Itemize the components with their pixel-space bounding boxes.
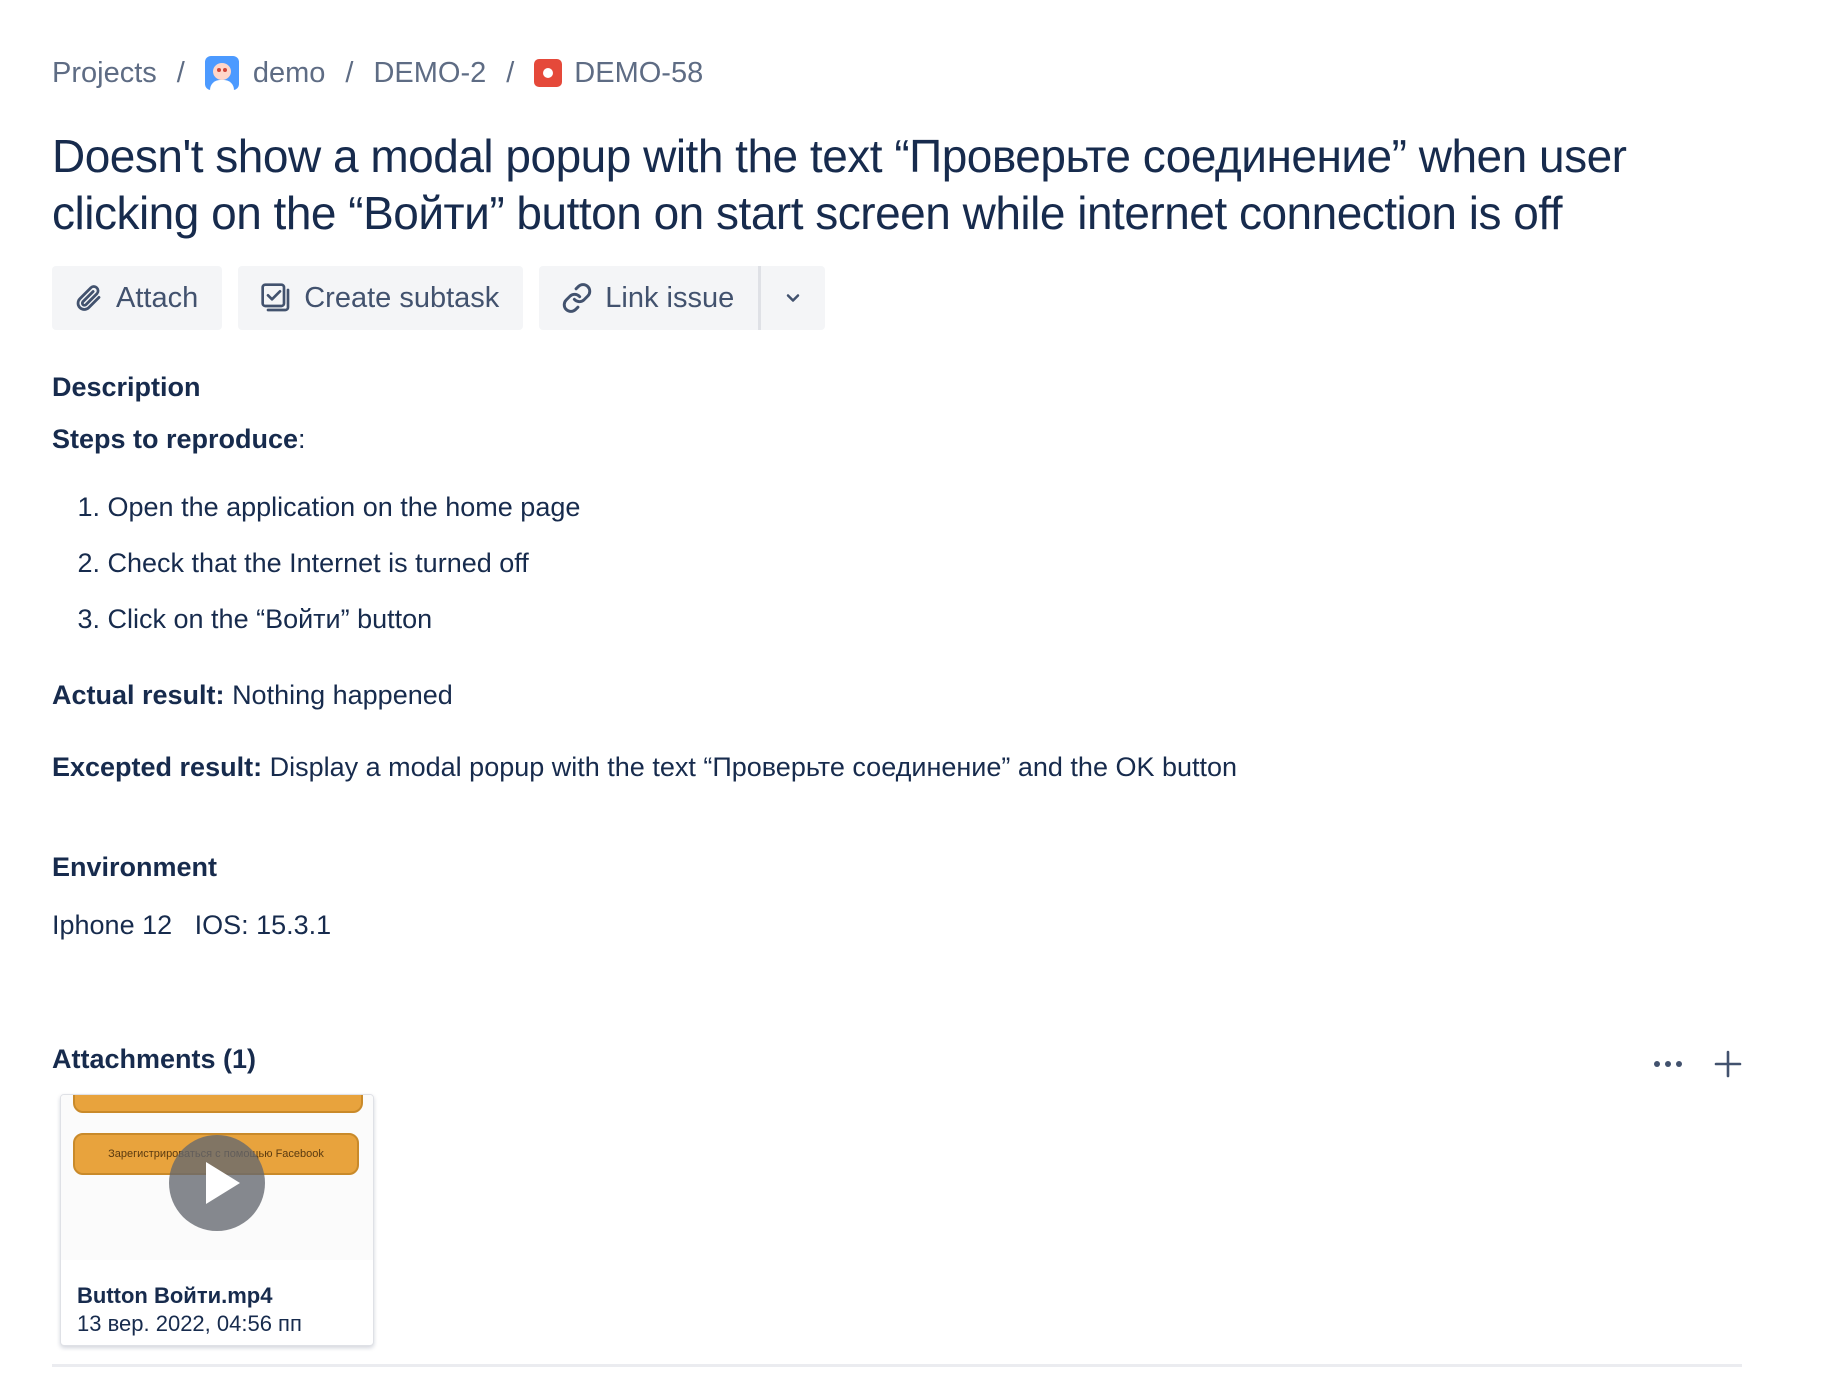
thumbnail-button-shape: [73, 1095, 363, 1113]
link-issue-button[interactable]: Link issue: [539, 266, 759, 330]
breadcrumb-issue[interactable]: DEMO-58: [534, 57, 703, 90]
breadcrumb: Projects / demo / DEMO-2 / DEMO-58: [52, 56, 703, 90]
breadcrumb-projects-label: Projects: [52, 56, 157, 89]
step-text: Click on the “Войти” button: [107, 604, 433, 634]
create-subtask-button[interactable]: Create subtask: [238, 266, 524, 330]
project-avatar-icon: [204, 56, 239, 90]
attachments-heading: Attachments (1): [52, 1044, 257, 1074]
attachment-date: 13 вер. 2022, 04:56 пп: [77, 1311, 302, 1336]
expected-result-text: Display a modal popup with the text “Про…: [269, 752, 1238, 782]
actual-result-text: Nothing happened: [232, 680, 453, 710]
issue-title[interactable]: Doesn't show a modal popup with the text…: [52, 128, 1752, 242]
actual-result-label: Actual result:: [52, 680, 225, 710]
step-text: Check that the Internet is turned off: [107, 548, 529, 578]
environment-value[interactable]: Iphone 12 IOS: 15.3.1: [52, 910, 331, 941]
expected-result-label: Excepted result:: [52, 752, 263, 782]
attachments-more-button[interactable]: [1644, 1040, 1692, 1088]
expected-result[interactable]: Excepted result: Display a modal popup w…: [52, 752, 1237, 783]
steps-heading-label: Steps to reproduce: [52, 424, 299, 454]
breadcrumb-separator: /: [345, 56, 354, 89]
breadcrumb-issue-label: DEMO-58: [574, 56, 704, 89]
breadcrumb-separator: /: [506, 56, 515, 89]
breadcrumb-parent-label: DEMO-2: [373, 56, 487, 89]
link-issue-group: Link issue: [539, 266, 826, 330]
attachment-thumbnail: Зарегистрироваться с помощью Facebook: [61, 1095, 373, 1260]
steps-list[interactable]: 1. Open the application on the home page…: [52, 490, 580, 658]
step-number: 2.: [77, 548, 100, 578]
breadcrumb-projects[interactable]: Projects: [52, 57, 157, 90]
step-text: Open the application on the home page: [107, 492, 581, 522]
attachment-file-name: Button Войти.mp4: [77, 1283, 273, 1308]
add-attachment-button[interactable]: [1704, 1040, 1752, 1088]
step-number: 3.: [77, 604, 100, 634]
attach-button[interactable]: Attach: [52, 266, 223, 330]
bug-icon: [534, 59, 563, 87]
step-number: 1.: [77, 492, 100, 522]
create-subtask-button-label: Create subtask: [304, 281, 500, 314]
section-divider: [52, 1364, 1742, 1367]
paperclip-icon: [76, 285, 101, 311]
step-item: 3. Click on the “Войти” button: [52, 602, 580, 658]
step-item: 1. Open the application on the home page: [52, 490, 580, 546]
chevron-down-icon: [786, 294, 800, 302]
link-issue-button-label: Link issue: [605, 281, 735, 314]
environment-heading: Environment: [52, 852, 218, 882]
steps-heading-colon: :: [298, 424, 306, 454]
issue-toolbar: Attach Create subtask Link issue: [52, 266, 826, 330]
plus-icon: [1714, 1050, 1742, 1078]
actual-result[interactable]: Actual result: Nothing happened: [52, 680, 453, 711]
step-item: 2. Check that the Internet is turned off: [52, 546, 580, 602]
breadcrumb-project-label: demo: [252, 56, 326, 89]
breadcrumb-separator: /: [176, 56, 185, 89]
description-heading: Description: [52, 372, 201, 402]
breadcrumb-project[interactable]: demo: [204, 56, 326, 90]
play-icon[interactable]: [169, 1135, 265, 1231]
subtask-icon: [261, 283, 290, 312]
attach-button-label: Attach: [116, 281, 199, 314]
breadcrumb-parent-issue[interactable]: DEMO-2: [373, 57, 486, 90]
attachment-card[interactable]: Зарегистрироваться с помощью Facebook Bu…: [60, 1094, 374, 1346]
more-horizontal-icon: [1654, 1061, 1682, 1067]
link-icon: [563, 283, 592, 313]
steps-heading[interactable]: Steps to reproduce:: [52, 424, 306, 455]
attachments-actions: [1632, 1040, 1752, 1088]
more-actions-dropdown[interactable]: [761, 266, 826, 330]
